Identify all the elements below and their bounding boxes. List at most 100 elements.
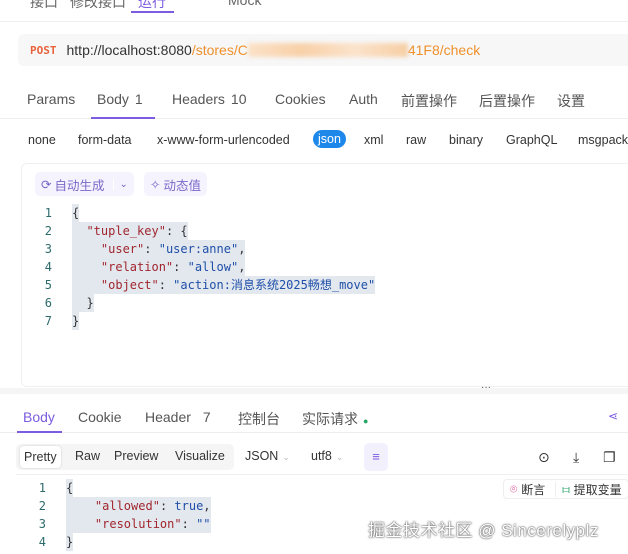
share-icon[interactable]: ⋖ [608,409,618,423]
code-line: 3 "resolution": "" [16,515,416,533]
tab-cookies[interactable]: Cookies [275,91,326,107]
url-host: http://localhost:8080 [66,42,192,58]
code-token: "object" [100,278,159,292]
http-method[interactable]: POST [30,44,57,57]
tab-auth[interactable]: Auth [349,91,378,107]
response-actions: ⌾ 断言 ⧦ 提取变量 [503,479,628,499]
chevron-down-icon: ⌄ [282,452,290,462]
response-body-viewer[interactable]: 1{2 "allowed": true, 3 "resolution": "" 4}… [16,474,628,554]
tab-body-count: 1 [134,91,143,107]
url-path-start: /stores/C [191,42,248,58]
active-tab-underline [17,431,62,433]
upload-circle-icon[interactable]: ⊙ [538,449,550,466]
tab-actual-request[interactable]: 实际请求 ● [302,409,368,429]
wrap-lines-icon[interactable]: ≡ [364,443,388,471]
code-token: "resolution" [94,517,182,531]
tab-console[interactable]: 控制台 [238,409,280,429]
body-type-urlencoded[interactable]: x-www-form-urlencoded [157,133,290,147]
assert-button[interactable]: 断言 [521,481,545,498]
tab-settings[interactable]: 设置 [557,91,585,111]
code-token: : [173,260,188,274]
tab-params[interactable]: Params [27,91,75,107]
code-text: } [66,533,74,551]
tab-mock[interactable]: Mock [228,0,261,8]
format-visualize[interactable]: Visualize [175,449,225,463]
tab-response-body[interactable]: Body [23,409,55,425]
code-token: : { [165,224,188,238]
code-text: "object": "action:消息系统2025畅想_move" [72,276,376,294]
code-text: "user": "user:anne", [72,240,246,258]
line-number: 1 [38,481,46,495]
tab-actual-request-label: 实际请求 [302,411,358,427]
code-text: } [72,312,80,330]
code-text: "resolution": "" [66,515,211,533]
code-token: "allow" [187,260,239,274]
request-code[interactable]: 1{2 "tuple_key": {3 "user": "user:anne",… [22,204,622,330]
extract-variable-button[interactable]: 提取变量 [574,481,622,498]
code-token: } [72,296,94,310]
body-type-form-data[interactable]: form-data [78,133,132,147]
url-bar[interactable]: POST http://localhost:8080 /stores/C 41F… [18,34,628,66]
body-type-graphql[interactable]: GraphQL [506,133,557,147]
tab-edit-interface[interactable]: 修改接口 [70,0,126,12]
refresh-icon: ⟳ [41,177,52,192]
encoding-select[interactable]: utf8 ⌄ [311,449,343,463]
format-select[interactable]: JSON ⌄ [245,449,290,463]
dynamic-value-label: 动态值 [163,178,201,193]
request-tabs: Params Body 1 Headers 10 Cookies Auth 前置操作… [0,78,628,119]
tab-response-header[interactable]: Header 7 [145,409,211,425]
code-token: , [203,499,211,513]
code-line: 5 "object": "action:消息系统2025畅想_move" [22,276,622,294]
code-text: { [72,204,80,222]
body-type-json[interactable]: json [313,130,346,148]
line-number: 3 [44,242,52,256]
resize-handle[interactable]: ··· [0,382,628,394]
tab-interface[interactable]: 接口 [30,0,58,12]
tab-body-label: Body [97,91,129,107]
code-line: 4 "relation": "allow", [22,258,622,276]
code-line: 2 "tuple_key": { [22,222,622,240]
line-number: 4 [44,260,52,274]
auto-generate-label: 自动生成 [54,178,105,193]
format-pretty[interactable]: Pretty [20,446,61,468]
chevron-down-icon[interactable]: ⌄ [112,178,128,190]
request-body-editor[interactable]: ⟳ 自动生成 ⌄ ✧ 动态值 1{2 "tuple_key": {3 "user": … [21,163,628,387]
tab-headers[interactable]: Headers 10 [172,91,247,107]
copy-icon[interactable]: ❐ [603,449,616,466]
code-token: "user:anne" [158,242,239,256]
response-code[interactable]: 1{2 "allowed": true, 3 "resolution": "" 4} [16,479,416,551]
download-icon[interactable]: ⤓ [573,449,579,466]
body-type-xml[interactable]: xml [364,133,383,147]
body-type-raw[interactable]: raw [406,133,426,147]
format-raw[interactable]: Raw [75,449,100,463]
line-number: 3 [38,517,46,531]
body-type-msgpack[interactable]: msgpack [578,133,628,147]
body-type-none[interactable]: none [28,133,56,147]
body-type-binary[interactable]: binary [449,133,483,147]
auto-generate-button[interactable]: ⟳ 自动生成 ⌄ [35,172,134,196]
code-token: : [158,278,174,292]
code-token: "action:消息系统2025畅想_move" [173,278,376,292]
tab-response-cookie[interactable]: Cookie [78,409,122,425]
magic-wand-icon: ✧ [150,177,161,192]
tab-post-actions[interactable]: 后置操作 [479,91,535,111]
dynamic-value-button[interactable]: ✧ 动态值 [144,172,207,196]
tab-body[interactable]: Body 1 [97,91,143,107]
watermark: 掘金技术社区 @ Sincerelyplz [368,521,599,540]
assert-icon: ⌾ [510,481,518,496]
top-tabs: 接口 修改接口 运行 Mock [0,0,628,22]
line-number: 2 [38,499,46,513]
code-text: "tuple_key": { [72,222,188,240]
code-line: 6 } [22,294,622,312]
code-token: : [144,242,159,256]
code-text: "relation": "allow", [72,258,246,276]
extract-icon: ⧦ [555,481,570,497]
code-token: "user" [100,242,145,256]
format-preview[interactable]: Preview [114,449,158,463]
url-path-end: 41F8/check [407,42,481,58]
tab-pre-actions[interactable]: 前置操作 [401,91,457,111]
